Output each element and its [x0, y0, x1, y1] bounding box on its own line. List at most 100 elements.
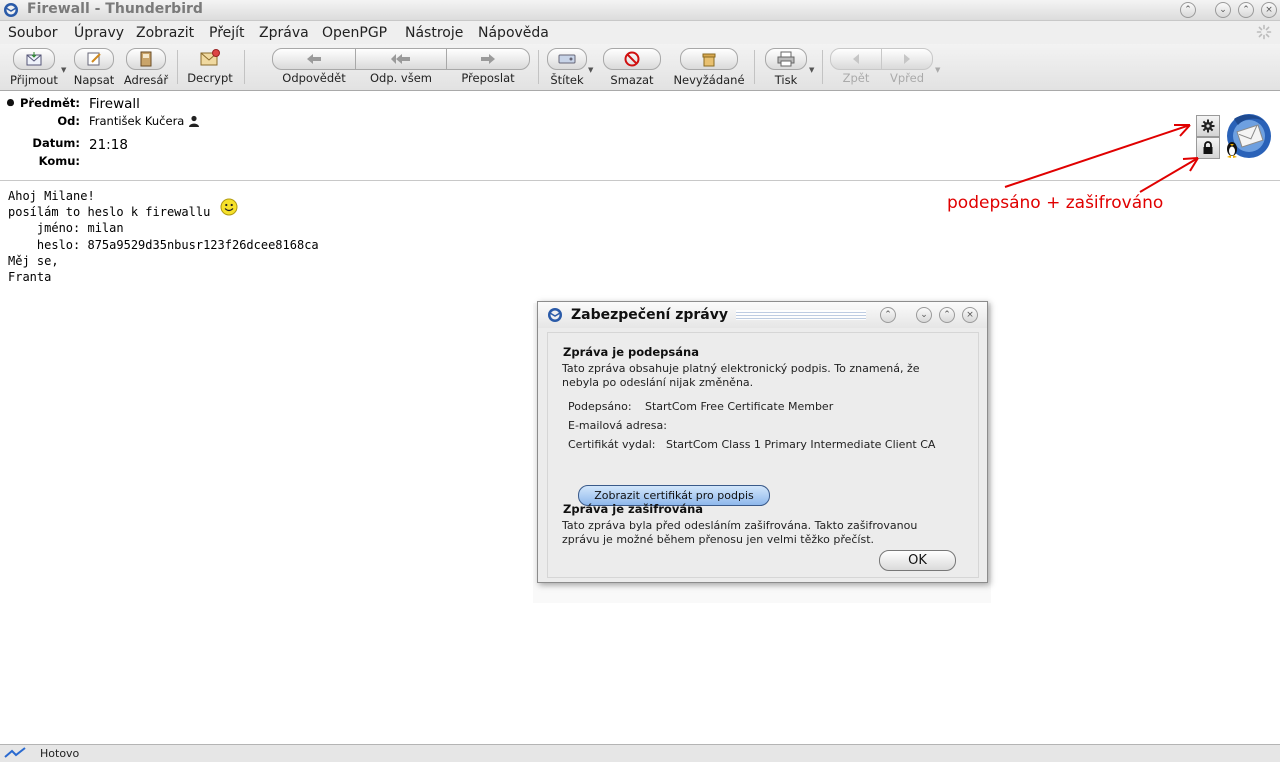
reply-arrow-icon [307, 54, 321, 64]
dialog-title: Zabezpečení zprávy [571, 307, 728, 323]
write-icon [87, 52, 101, 66]
from-value[interactable]: František Kučera [89, 114, 184, 128]
address-book-button[interactable]: Adresář [122, 48, 170, 87]
toolbar-separator [538, 50, 539, 84]
forward-nav-arrow-icon [904, 54, 910, 64]
body-line: jméno: milan [8, 221, 124, 236]
from-label: Od: [57, 114, 80, 128]
signed-text-line: Tato zpráva obsahuje platný elektronický… [562, 362, 920, 375]
print-label: Tisk [774, 73, 798, 87]
message-body: Ahoj Milane! posílám to heslo k firewallu… [8, 188, 319, 285]
online-status-icon[interactable] [4, 747, 26, 759]
reply-all-arrow-icon [391, 54, 410, 64]
delete-label: Smazat [610, 73, 654, 87]
nav-dropdown-icon[interactable]: ▼ [935, 66, 940, 74]
junk-icon [702, 53, 716, 67]
menu-tools[interactable]: Nástroje [405, 25, 463, 41]
message-security-dialog: Zabezpečení zprávy ⌃ ⌄ ⌃ × Zpráva je pod… [537, 301, 988, 583]
activity-throbber-icon [1256, 24, 1272, 40]
forward-button[interactable] [446, 48, 530, 70]
menu-go[interactable]: Přejít [209, 25, 245, 41]
tag-dropdown-icon[interactable]: ▼ [588, 66, 593, 74]
print-button[interactable]: Tisk [764, 48, 808, 87]
delete-icon [624, 51, 640, 67]
forward-label: Přeposlat [461, 71, 515, 85]
get-mail-label: Přijmout [10, 73, 58, 87]
menu-file[interactable]: Soubor [8, 25, 58, 41]
tag-icon [558, 54, 576, 64]
back-arrow-icon [853, 54, 859, 64]
back-button[interactable] [830, 48, 882, 70]
signed-by-value: StartCom Free Certificate Member [645, 400, 834, 413]
decrypt-label: Decrypt [187, 71, 233, 85]
get-mail-button[interactable]: Přijmout [8, 48, 60, 87]
dialog-app-icon [548, 308, 562, 322]
toolbar-separator [177, 50, 178, 84]
decrypt-button[interactable]: Decrypt [184, 48, 236, 85]
decrypt-icon [200, 49, 220, 66]
to-label: Komu: [38, 154, 80, 168]
write-button[interactable]: Napsat [72, 48, 116, 87]
print-icon [777, 51, 795, 67]
minimize-window-icon[interactable]: ⌄ [1215, 2, 1231, 18]
date-label: Datum: [32, 136, 80, 150]
thunderbird-logo-icon [1227, 114, 1271, 158]
forward-nav-button[interactable] [881, 48, 933, 70]
window-titlebar: Firewall - Thunderbird ⌃ ⌄ ⌃ × [0, 0, 1280, 21]
address-book-label: Adresář [123, 73, 169, 87]
dialog-titlebar[interactable]: Zabezpečení zprávy ⌃ ⌄ ⌃ × [538, 302, 987, 328]
body-line: posílám to heslo k firewallu [8, 205, 211, 220]
encrypted-text-line: Tato zpráva byla před odesláním zašifrov… [562, 519, 918, 532]
write-label: Napsat [73, 73, 115, 87]
dialog-close-icon[interactable]: × [962, 307, 978, 323]
junk-label: Nevyžádané [673, 73, 745, 87]
signed-by-label: Podepsáno: [568, 400, 632, 413]
toolbar-separator [822, 50, 823, 84]
dialog-maximize-icon[interactable]: ⌃ [939, 307, 955, 323]
get-mail-dropdown-icon[interactable]: ▼ [61, 66, 66, 74]
back-label: Zpět [842, 71, 870, 85]
subject-value: Firewall [89, 96, 140, 112]
dialog-shade-icon[interactable]: ⌃ [880, 307, 896, 323]
annotation-text: podepsáno + zašifrováno [947, 193, 1164, 213]
reply-button[interactable] [272, 48, 356, 70]
date-value: 21:18 [89, 137, 128, 153]
body-line: heslo: 875a9529d35nbusr123f26dcee8168ca [8, 237, 319, 252]
annotation-arrows [1004, 124, 1199, 193]
thunderbird-icon [4, 3, 18, 17]
forward-nav-label: Vpřed [889, 71, 925, 85]
body-line: Měj se, [8, 253, 59, 268]
email-label: E-mailová adresa: [568, 419, 667, 432]
titlebar-decoration [736, 310, 866, 320]
print-dropdown-icon[interactable]: ▼ [809, 66, 814, 74]
junk-button[interactable]: Nevyžádané [672, 48, 746, 87]
smiley-icon [220, 198, 238, 216]
close-window-icon[interactable]: × [1261, 2, 1277, 18]
reply-all-label: Odp. všem [369, 71, 433, 85]
tag-label: Štítek [550, 73, 584, 87]
ok-button[interactable]: OK [879, 550, 956, 571]
body-line: Ahoj Milane! [8, 189, 95, 203]
issuer-value: StartCom Class 1 Primary Intermediate Cl… [666, 438, 936, 451]
get-mail-icon [26, 52, 42, 66]
toolbar-separator [754, 50, 755, 84]
status-text: Hotovo [40, 747, 80, 760]
encrypted-heading: Zpráva je zašifrována [563, 502, 704, 516]
maximize-window-icon[interactable]: ⌃ [1238, 2, 1254, 18]
signed-heading: Zpráva je podepsána [563, 345, 699, 359]
dialog-content: Zpráva je podepsána Tato zpráva obsahuje… [547, 332, 979, 578]
forward-arrow-icon [481, 54, 495, 64]
menu-edit[interactable]: Úpravy [74, 25, 124, 41]
delete-button[interactable]: Smazat [602, 48, 662, 87]
contact-person-icon[interactable] [188, 115, 200, 127]
menu-view[interactable]: Zobrazit [136, 25, 194, 41]
main-toolbar: Přijmout ▼ Napsat Adresář Decrypt Odpově… [0, 44, 1280, 91]
reply-all-button[interactable] [355, 48, 447, 70]
reply-label: Odpovědět [282, 71, 346, 85]
menu-help[interactable]: Nápověda [478, 25, 549, 41]
dialog-minimize-icon[interactable]: ⌄ [916, 307, 932, 323]
tag-button[interactable]: Štítek [545, 48, 589, 87]
menu-openpgp[interactable]: OpenPGP [322, 25, 387, 41]
shade-window-icon[interactable]: ⌃ [1180, 2, 1196, 18]
menu-message[interactable]: Zpráva [259, 25, 309, 41]
